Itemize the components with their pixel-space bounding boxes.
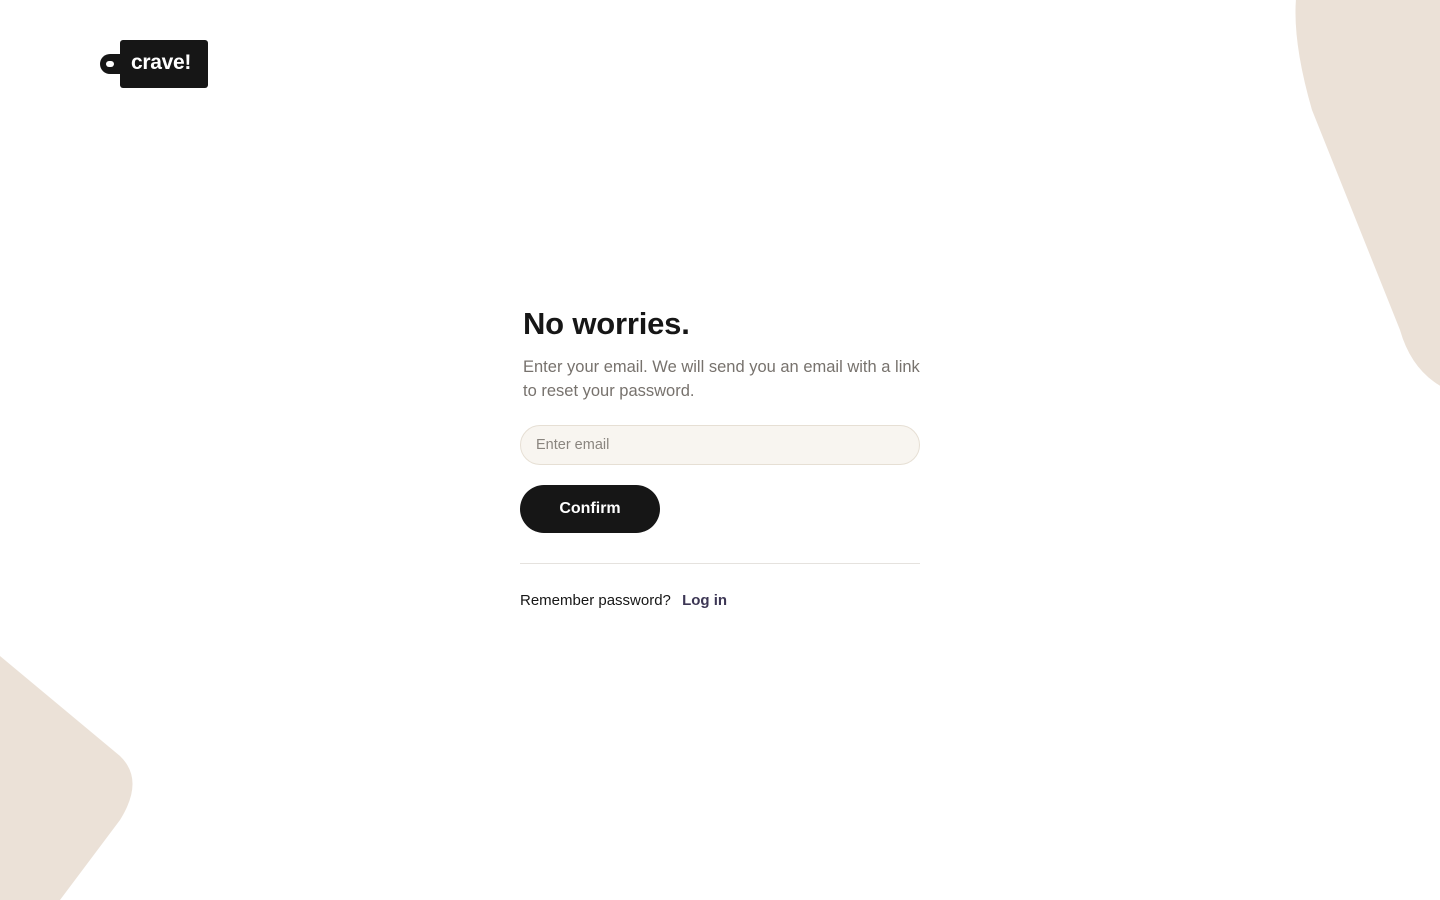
confirm-button[interactable]: Confirm	[520, 485, 660, 533]
remember-password-text: Remember password?	[520, 592, 671, 609]
divider	[520, 563, 920, 564]
decorative-shape-top-right	[1295, 0, 1440, 386]
login-link[interactable]: Log in	[682, 592, 727, 609]
login-prompt: Remember password? Log in	[520, 591, 920, 611]
page: crave! No worries. Enter your email. We …	[0, 0, 1440, 900]
logo-tag-hole-inner	[106, 61, 114, 67]
crave-logo[interactable]: crave!	[98, 40, 210, 88]
page-title: No worries.	[523, 306, 690, 341]
decorative-shape-bottom-left	[0, 656, 133, 900]
reset-password-form: No worries. Enter your email. We will se…	[520, 302, 920, 611]
page-subtitle: Enter your email. We will send you an em…	[523, 358, 920, 400]
email-field[interactable]	[520, 425, 920, 465]
logo-text: crave!	[131, 51, 192, 74]
